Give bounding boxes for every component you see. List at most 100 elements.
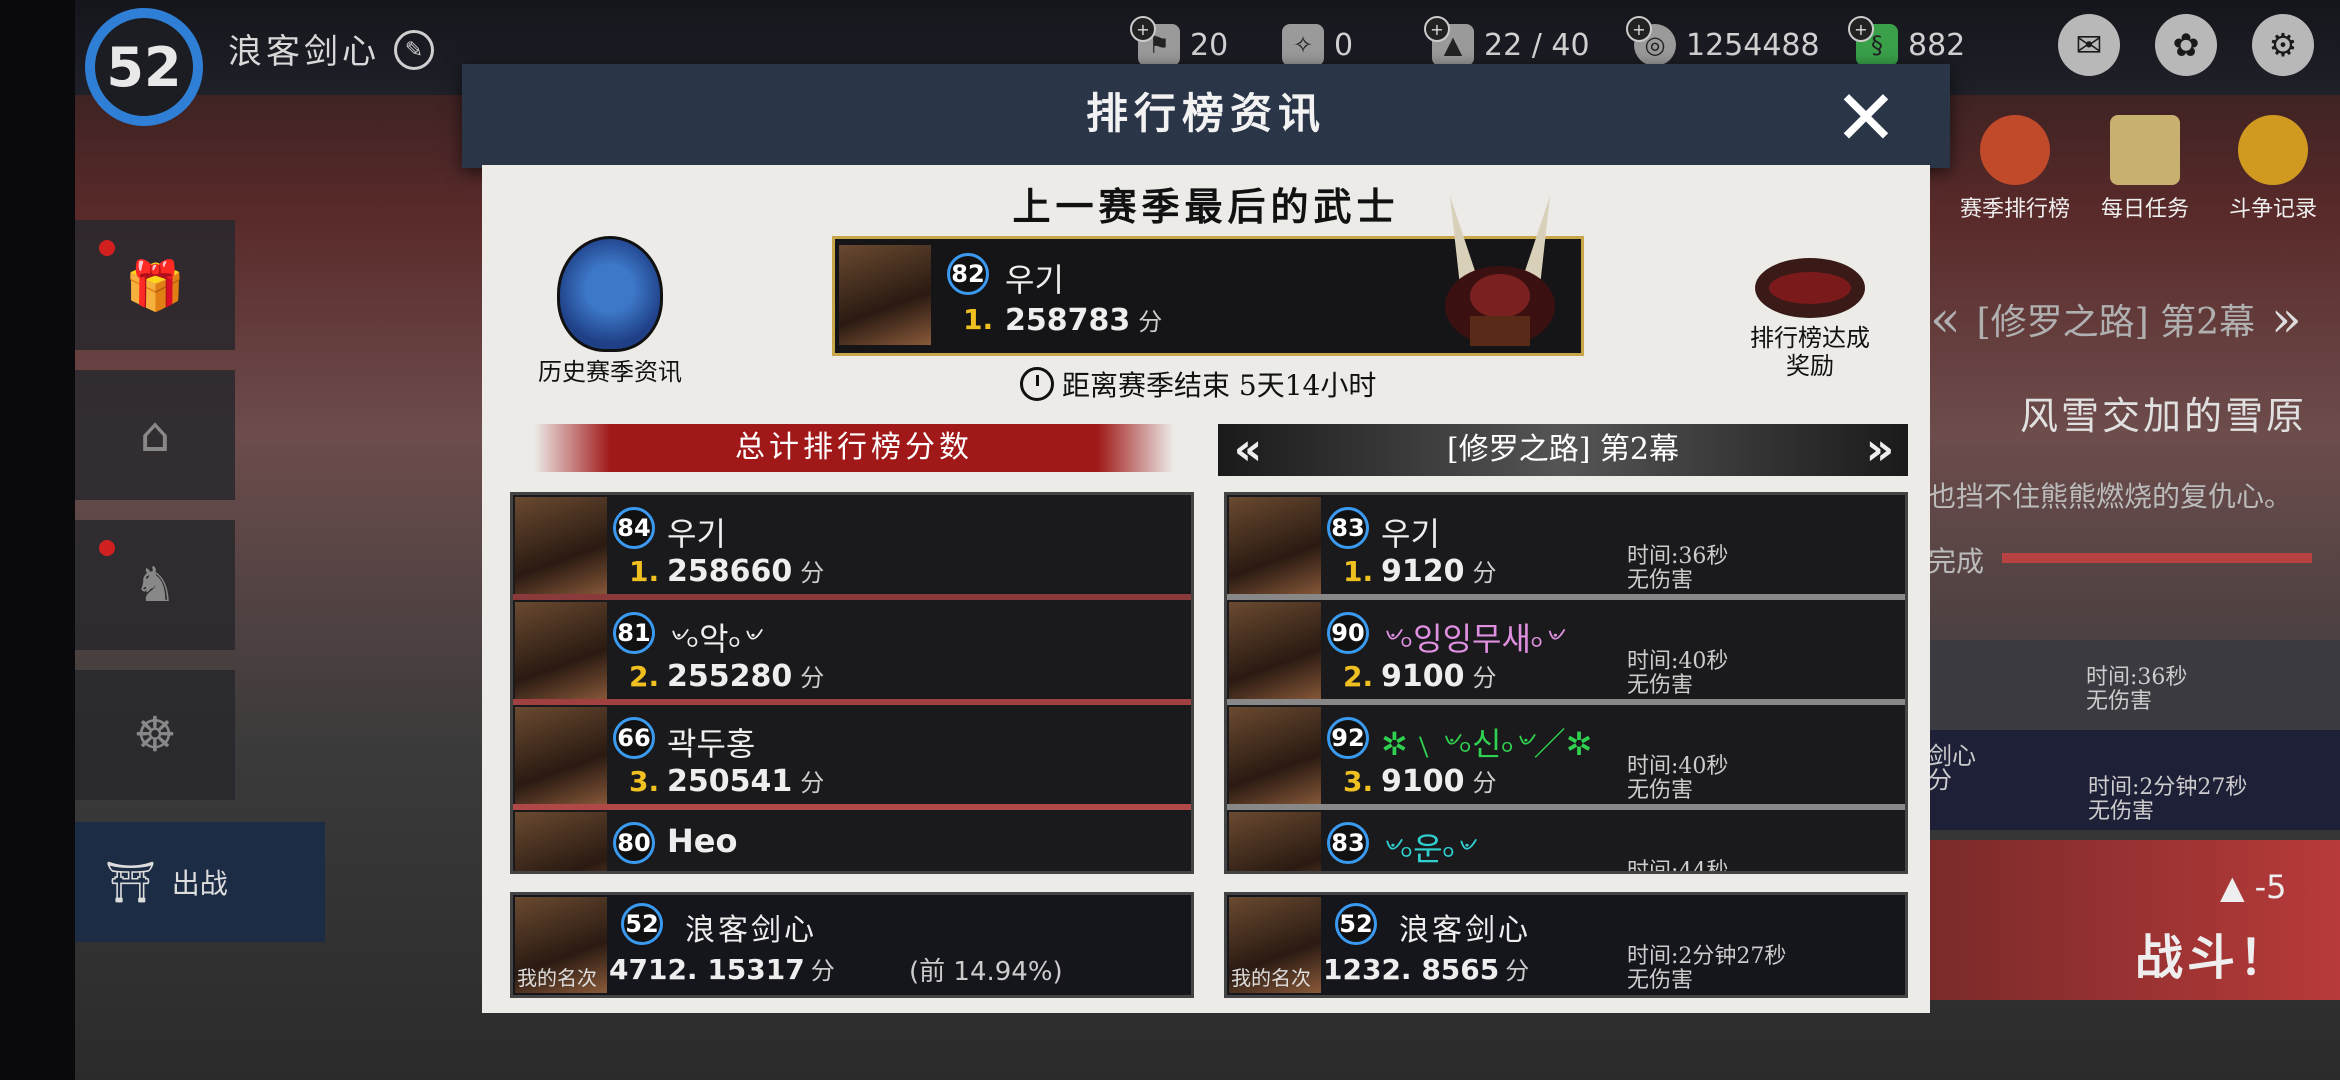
resource-onigiri[interactable]: ▲ + 22 / 40: [1424, 16, 1590, 66]
reward-label: 奖励: [1786, 352, 1834, 380]
resource-jade[interactable]: § + 882: [1848, 16, 1966, 66]
plus-icon: +: [1626, 16, 1652, 42]
gear-icon[interactable]: ⚙: [2252, 14, 2314, 76]
avatar: [515, 497, 607, 597]
meditate-button[interactable]: ☸: [75, 670, 235, 800]
table-row[interactable]: 80 Heo: [513, 810, 1191, 871]
player-name: ৺৹운৹৺: [1381, 830, 1475, 868]
resource-value: 20: [1190, 27, 1229, 63]
my-total-rank: 我的名次 52 浪客剑心 4712. 15317 分 (前 14.94%): [510, 892, 1194, 998]
gate-icon: ⛩: [105, 859, 156, 906]
season-ranking-button[interactable]: 赛季排行榜: [1960, 115, 2070, 223]
level-badge: 92: [1327, 717, 1369, 759]
table-row[interactable]: 83 ৺৹운৹৺ 时间:44秒: [1227, 810, 1905, 874]
total-ranking-list[interactable]: 84 우기 1. 258660 分 81 ৺৹악৹৺ 2. 255280 分 66 …: [510, 492, 1194, 874]
modal-title: 排行榜资讯: [1085, 89, 1326, 138]
edit-name-icon[interactable]: ✎: [394, 30, 434, 70]
my-rank-tag: 我的名次: [1231, 966, 1311, 990]
achievement-icon[interactable]: ✿: [2155, 14, 2217, 76]
player-name: 浪客剑心: [228, 32, 380, 72]
avatar: [1229, 602, 1321, 702]
shop-icon: ⌂: [139, 407, 171, 463]
reward-label: 排行榜达成: [1750, 324, 1870, 352]
meditate-icon: ☸: [133, 707, 177, 763]
shop-button[interactable]: ⌂: [75, 370, 235, 500]
level-badge: 80: [613, 822, 655, 864]
avatar: [1229, 707, 1321, 807]
table-row[interactable]: 84 우기 1. 258660 分: [513, 495, 1191, 600]
my-stage-rank: 我的名次 52 浪客剑心 1232. 8565 分 时间:2分钟27秒 无伤害: [1224, 892, 1908, 998]
player-name: 우기: [1381, 515, 1440, 553]
daily-task-button[interactable]: 每日任务: [2090, 115, 2200, 223]
battle-record-icon: [2238, 115, 2308, 185]
avatar: [839, 245, 931, 345]
armor-icon: ♞: [133, 557, 177, 613]
resource-value: 882: [1908, 27, 1966, 63]
daruma-icon: [1980, 115, 2050, 185]
player-name: 곽두홍: [667, 725, 756, 763]
table-row[interactable]: 81 ৺৹악৹৺ 2. 255280 分: [513, 600, 1191, 705]
stage-ranking-list[interactable]: 83 우기 1. 9120 分 时间:36秒 无伤害 90 ৺৹잉잉무새৹৺ 2. …: [1224, 492, 1908, 874]
clear-time: 时间:44秒: [1627, 859, 1729, 874]
score: 9100 分: [1381, 764, 1497, 799]
chevron-right-icon[interactable]: »: [1854, 424, 1906, 476]
jade-icon: § +: [1848, 16, 1898, 66]
ranking-reward-button[interactable]: 排行榜达成 奖励: [1730, 258, 1890, 380]
avatar: [515, 707, 607, 807]
right-rank-row: 时间:36秒 无伤害: [1928, 640, 2340, 740]
mail-icon[interactable]: ✉: [2058, 14, 2120, 76]
rank-number: 1.: [1343, 555, 1374, 588]
resource-coin[interactable]: ◎ + 1254488: [1626, 16, 1820, 66]
battle-record-button[interactable]: 斗争记录: [2218, 115, 2328, 223]
clear-time: 时间:36秒 无伤害: [1627, 544, 1729, 593]
player-name: 우기: [667, 515, 726, 553]
icon-label: 斗争记录: [2228, 197, 2317, 222]
rank-number: 3.: [1343, 765, 1374, 798]
rank-number: 2.: [1343, 660, 1374, 693]
chevron-right-icon[interactable]: »: [2271, 290, 2302, 348]
score: 258783 分: [1005, 303, 1163, 338]
table-row[interactable]: 66 곽두홍 3. 250541 分: [513, 705, 1191, 810]
gift-icon: 🎁: [125, 257, 185, 314]
resource-scroll[interactable]: ✧ 0: [1282, 24, 1353, 66]
player-name: 우기: [1005, 261, 1064, 299]
resource-value: 22 / 40: [1484, 27, 1590, 63]
character-button[interactable]: ♞: [75, 520, 235, 650]
clear-time: 时间:2分钟27秒 无伤害: [1627, 944, 1787, 993]
chevron-left-icon[interactable]: «: [1222, 424, 1274, 476]
stage-selector[interactable]: « [修罗之路] 第2幕 »: [1930, 290, 2340, 348]
avatar: [1229, 497, 1321, 597]
avatar: [515, 812, 607, 871]
gift-button[interactable]: 🎁: [75, 220, 235, 350]
icon-label: 赛季排行榜: [1960, 197, 2071, 222]
level-badge: 83: [1327, 822, 1369, 864]
level-badge: 82: [947, 253, 989, 295]
player-name: 浪客剑心: [685, 913, 817, 948]
rank-number: 1.: [963, 303, 994, 336]
battle-label: 战斗！: [2135, 930, 2292, 986]
season-title: 上一赛季最后的武士: [1012, 184, 1400, 229]
table-row[interactable]: 90 ৺৹잉잉무새৹৺ 2. 9100 分 时间:40秒 无伤害: [1227, 600, 1905, 705]
reward-ring-icon: [1755, 258, 1865, 318]
player-level: 52: [106, 35, 182, 99]
sortie-button[interactable]: ⛩ 出战: [75, 822, 325, 942]
score: 255280 分: [667, 659, 825, 694]
my-rank-score: 4712. 15317 分: [609, 953, 835, 986]
row-time: 时间:2分钟27秒 无伤害: [2088, 775, 2248, 824]
resource-flag[interactable]: ⚑ + 20: [1130, 16, 1229, 66]
icon-label: 每日任务: [2100, 197, 2189, 222]
season-timer: 距离赛季结束 5天14小时: [1020, 364, 1376, 404]
history-season-button[interactable]: 历史赛季资讯: [520, 236, 700, 387]
stage-description: 也挡不住熊熊燃烧的复仇心。: [1928, 480, 2293, 513]
table-row[interactable]: 83 우기 1. 9120 分 时间:36秒 无伤害: [1227, 495, 1905, 600]
history-label: 历史赛季资讯: [538, 358, 682, 386]
onigiri-icon: ▲ +: [1424, 16, 1474, 66]
level-badge: 81: [613, 612, 655, 654]
total-ranking-header: 总计排行榜分数: [534, 424, 1174, 472]
chevron-left-icon[interactable]: «: [1930, 290, 1961, 348]
player-level-badge[interactable]: 52: [85, 8, 203, 126]
table-row[interactable]: 92 ✲﹨৺৹신৹৺／✲ 3. 9100 分 时间:40秒 无伤害: [1227, 705, 1905, 810]
close-icon[interactable]: ✕: [1828, 80, 1904, 156]
rank-number: 3.: [629, 765, 660, 798]
player-name: 浪客剑心: [1399, 913, 1531, 948]
